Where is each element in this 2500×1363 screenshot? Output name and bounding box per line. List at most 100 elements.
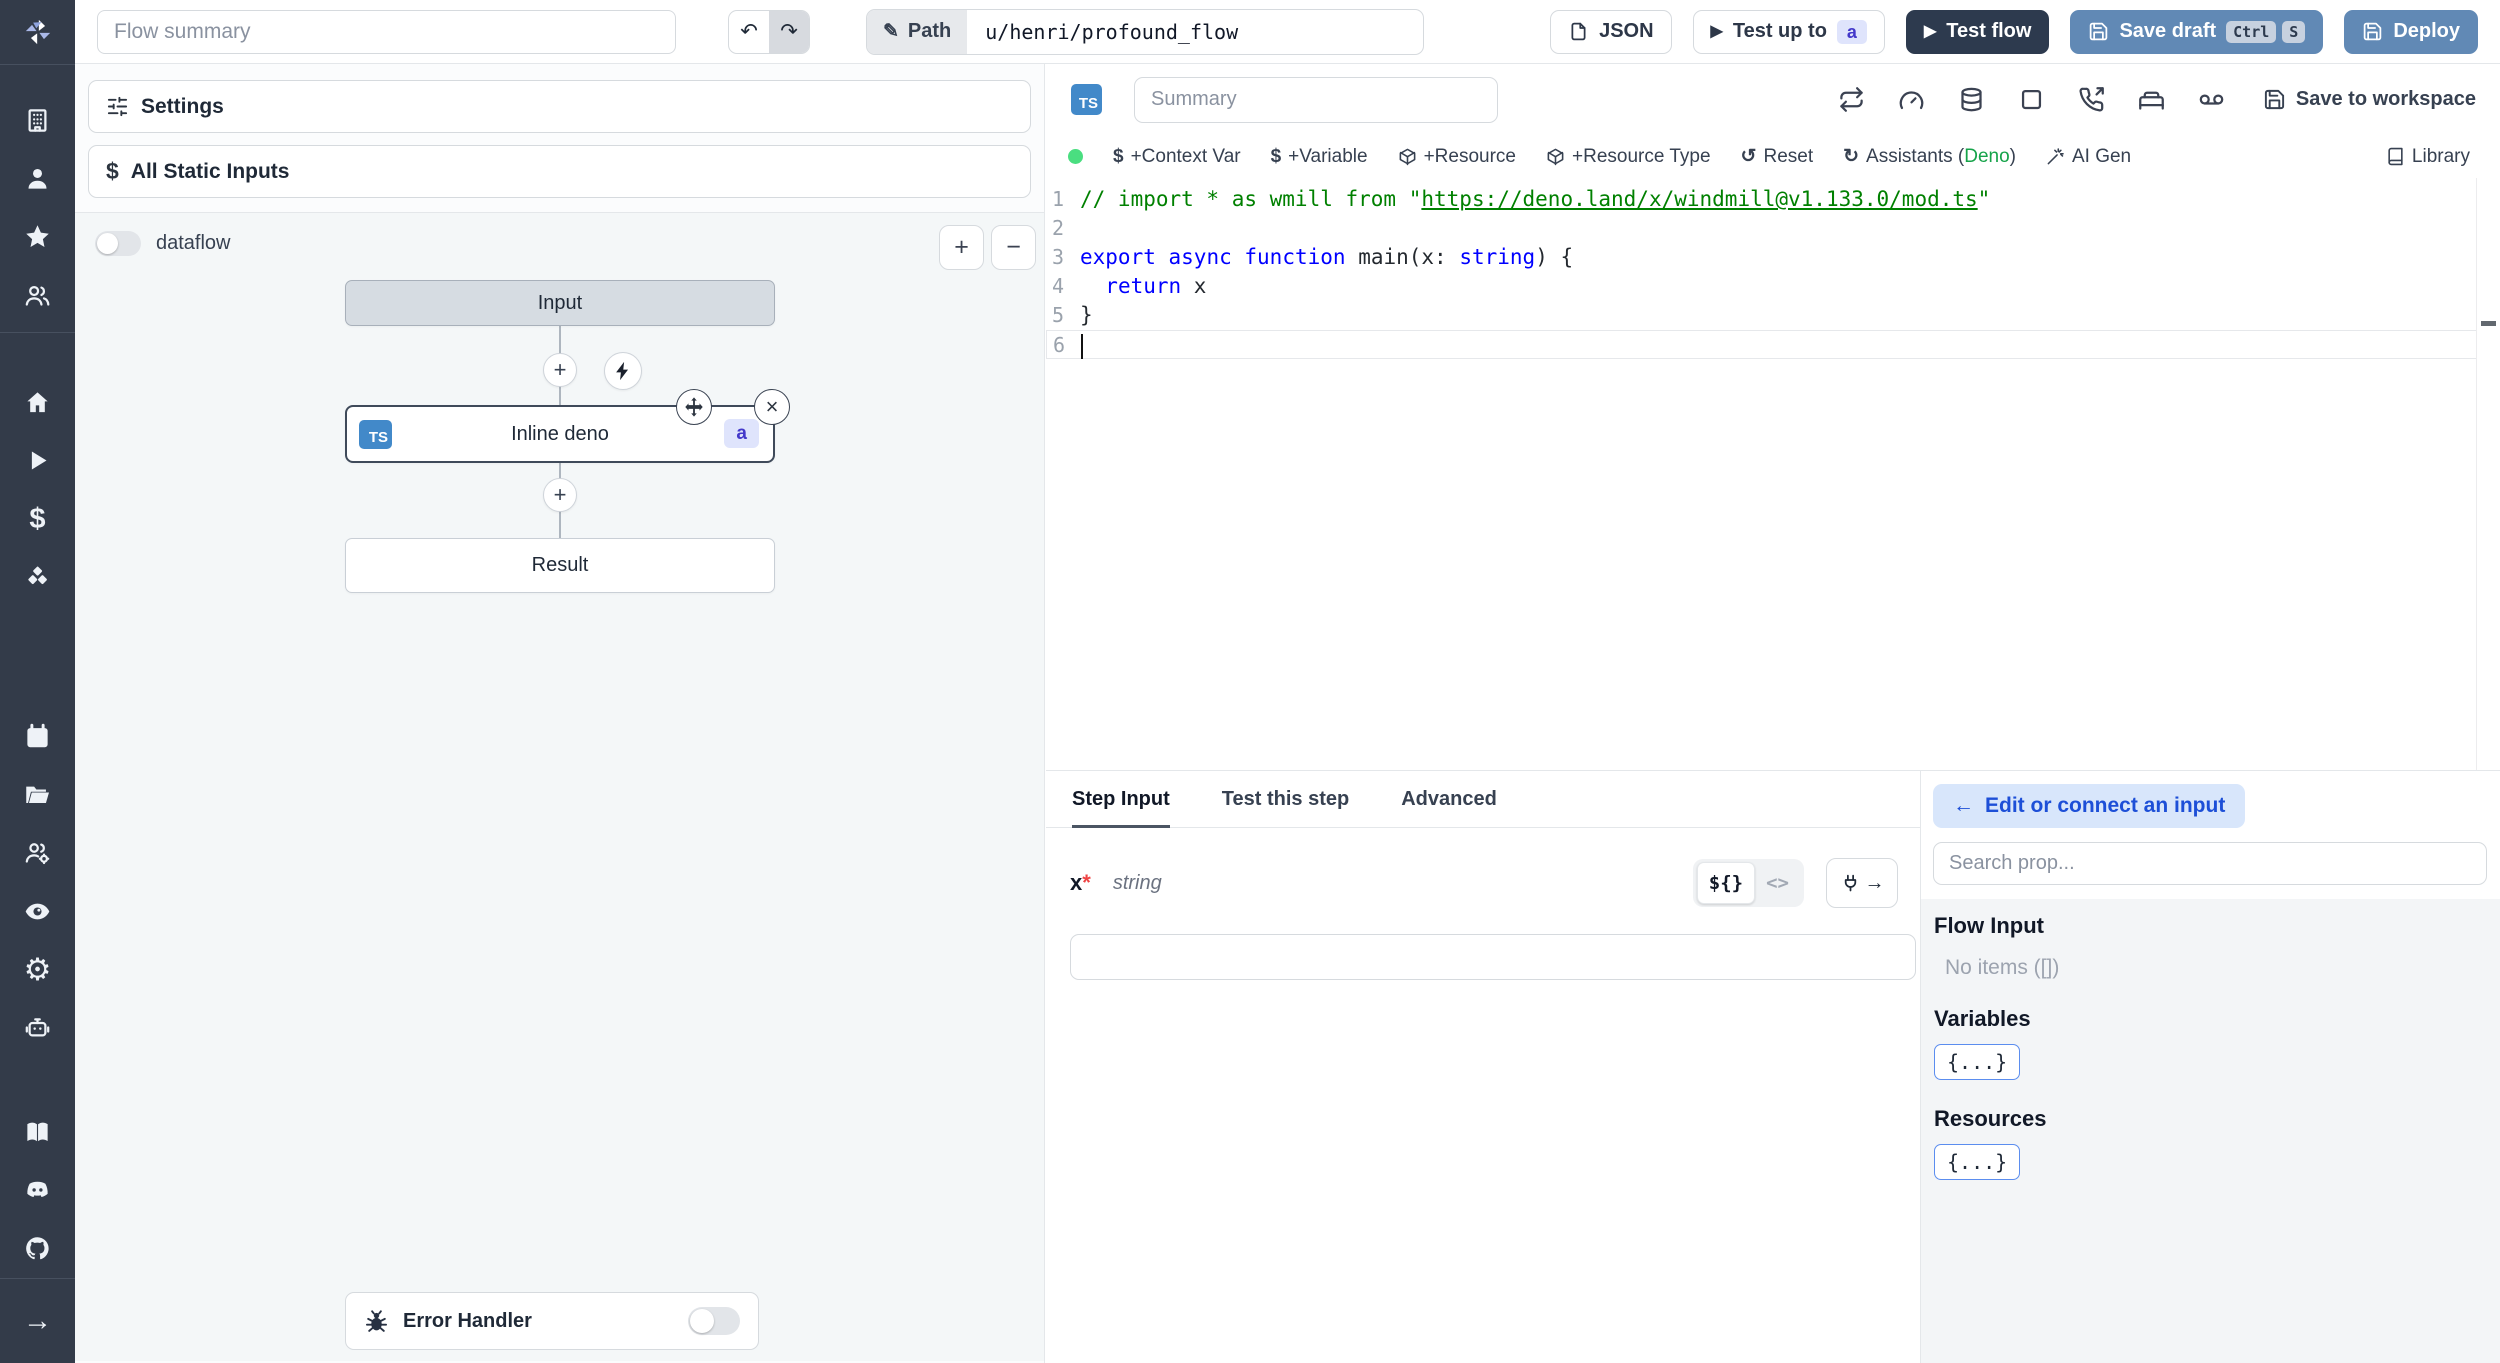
flow-summary-input[interactable] [97,9,676,54]
connect-panel-top: ← Edit or connect an input [1921,771,2500,899]
bed-icon[interactable] [2138,86,2165,113]
expr-mode-button[interactable]: ${} [1696,862,1756,904]
move-step-button[interactable] [676,389,712,425]
sidebar-expand-button[interactable]: → [0,1279,75,1363]
undo-button[interactable]: ↶ [729,11,769,53]
deploy-button[interactable]: Deploy [2344,9,2478,54]
discord-icon [27,1181,48,1198]
database-icon[interactable] [1958,86,1985,113]
sidebar-item-github[interactable] [0,1220,75,1278]
test-up-to-button[interactable]: ▶ Test up to a [1692,9,1885,54]
gauge-icon[interactable] [1898,86,1925,113]
sidebar-item-runs[interactable] [0,432,75,490]
sidebar-item-workspace[interactable] [0,91,75,149]
error-handler-node[interactable]: Error Handler [345,1292,759,1350]
path-value[interactable]: u/henri/profound_flow [967,10,1423,54]
variables-object-chip[interactable]: {...} [1934,1044,2021,1080]
required-mark: * [1082,870,1091,895]
path-field[interactable]: ✎ Path u/henri/profound_flow [866,8,1425,55]
insert-step-button-top[interactable]: + [543,353,577,387]
sidebar-item-docs[interactable] [0,1103,75,1161]
sidebar-item-audit-logs[interactable] [0,882,75,940]
square-icon[interactable] [2018,86,2045,113]
zoom-out-button[interactable]: − [991,225,1036,270]
graph-node-inline-deno[interactable]: TS Inline deno a × [345,389,790,463]
graph-node-input[interactable]: Input [345,280,775,326]
wand-icon [2047,148,2064,165]
flow-graph-canvas[interactable]: dataflow + − Input + TS Inline deno a × … [75,213,1044,1361]
sidebar-item-home[interactable] [0,373,75,431]
lsp-status-dot [1068,149,1083,164]
dataflow-toggle[interactable] [95,231,141,256]
sidebar-item-workers[interactable] [0,824,75,882]
assistants-button[interactable]: ↻ Assistants (Deno) [1843,145,2016,168]
flow-header: Settings $ All Static Inputs [75,64,1044,212]
save-to-workspace-button[interactable]: Save to workspace [2263,88,2476,111]
play-icon: ▶ [1923,22,1937,40]
trigger-button[interactable] [604,352,642,390]
flow-panel: Settings $ All Static Inputs dataflow + … [75,64,1045,1363]
step-input-value-field[interactable] [1070,934,1916,980]
library-button[interactable]: Library [2386,146,2470,168]
voicemail-icon[interactable] [2198,86,2225,113]
code-line[interactable]: 6 [1046,330,2477,359]
insert-step-button-bottom[interactable]: + [543,478,577,512]
sidebar-item-settings[interactable]: ⚙ [0,940,75,998]
add-resource-button[interactable]: +Resource [1398,146,1516,168]
code-editor[interactable]: 1 // import * as wmill from "https://deno… [1046,178,2500,770]
add-resource-type-button[interactable]: +Resource Type [1546,146,1711,168]
sidebar-item-schedules[interactable] [0,707,75,765]
sidebar-item-favorites[interactable] [0,208,75,266]
code-line[interactable]: 2 [1046,214,2500,243]
delete-step-button[interactable]: × [754,389,790,425]
edit-or-connect-button[interactable]: ← Edit or connect an input [1933,784,2246,828]
connect-input-button[interactable]: → [1826,858,1898,908]
sidebar-item-assistant[interactable] [0,999,75,1057]
resources-title: Resources [1934,1106,2047,1131]
file-icon [1571,22,1586,41]
windmill-logo[interactable] [0,0,75,65]
resources-object-chip[interactable]: {...} [1934,1144,2021,1180]
connect-input-panel: ← Edit or connect an input Flow Input No… [1920,770,2500,1363]
save-icon [2090,22,2108,41]
json-button[interactable]: JSON [1550,9,1672,54]
save-draft-button[interactable]: Save draft Ctrl S [2070,9,2324,54]
sidebar-item-folders[interactable] [0,765,75,823]
tab-step-input[interactable]: Step Input [1072,771,1170,828]
sidebar-item-user[interactable] [0,149,75,207]
code-line[interactable]: 5} [1046,301,2500,330]
line-number: 5 [1051,303,1065,327]
sidebar-item-groups[interactable] [0,266,75,324]
code-mode-button[interactable]: <> [1755,863,1800,903]
plug-icon [1844,874,1856,891]
add-variable-button[interactable]: $ +Variable [1271,146,1368,168]
all-static-inputs-button[interactable]: $ All Static Inputs [88,145,1031,198]
search-prop-input[interactable] [1933,842,2487,885]
flow-settings-button[interactable]: Settings [88,80,1031,133]
redo-button[interactable]: ↷ [769,10,809,53]
sidebar-item-resources[interactable] [0,549,75,607]
add-context-var-button[interactable]: $ +Context Var [1113,146,1241,168]
folder-open-icon [26,786,49,803]
phone-incoming-icon[interactable] [2078,86,2105,113]
input-mode-toggle: ${} <> [1692,859,1804,907]
sidebar-item-discord[interactable] [0,1161,75,1219]
sidebar-item-variables[interactable]: $ [0,490,75,548]
zoom-in-button[interactable]: + [939,225,984,270]
step-summary-input[interactable] [1134,76,1498,123]
tab-test-this-step[interactable]: Test this step [1222,771,1349,827]
code-line[interactable]: 3 export async function main(x: string) { [1046,243,2500,272]
toggle-knob [97,233,118,254]
ai-gen-button[interactable]: AI Gen [2046,146,2131,168]
test-flow-button[interactable]: ▶ Test flow [1905,9,2050,54]
code-line[interactable]: 4 return x [1046,272,2500,301]
editor-overview-ruler[interactable] [2476,178,2500,770]
retry-repeat-icon[interactable] [1838,86,1865,113]
code-line[interactable]: 1 // import * as wmill from "https://deno… [1046,185,2500,214]
error-handler-toggle[interactable] [688,1307,740,1335]
graph-node-result[interactable]: Result [345,538,775,593]
tab-advanced[interactable]: Advanced [1401,771,1497,827]
book-icon [2388,147,2403,166]
reset-button[interactable]: ↺ Reset [1741,145,1814,168]
kbd-s: S [2282,20,2306,43]
